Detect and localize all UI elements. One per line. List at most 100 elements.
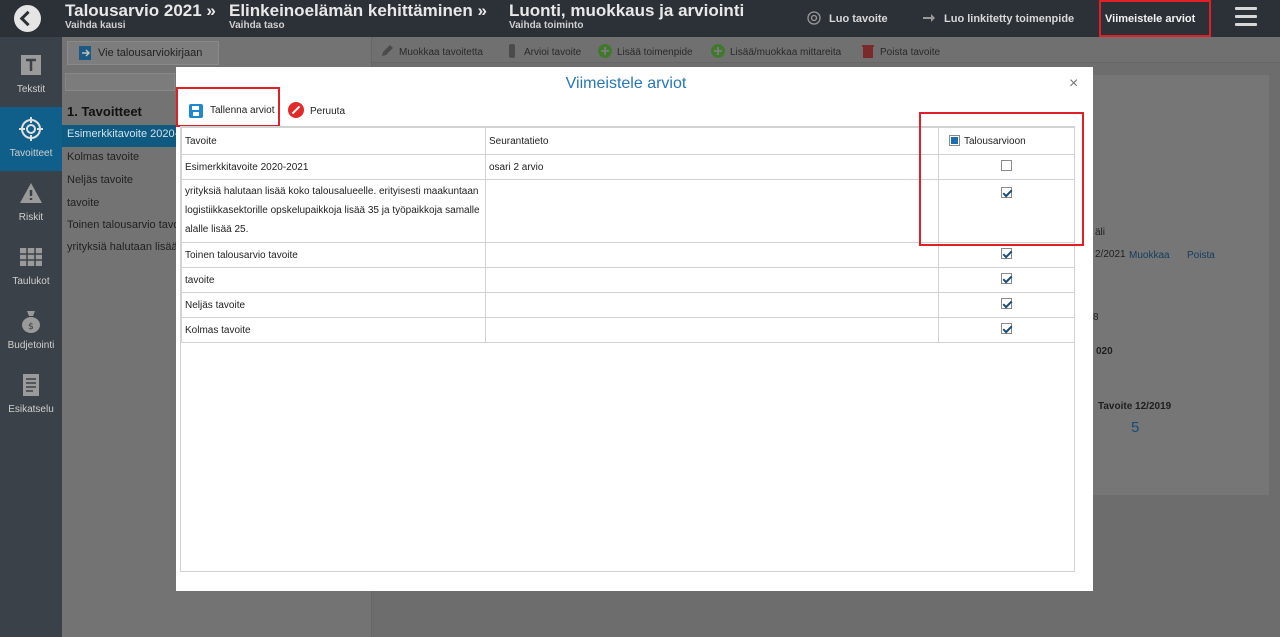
target-label: Tavoite 12/2019 bbox=[1098, 401, 1172, 412]
create-goal-label: Luo tavoite bbox=[829, 13, 888, 25]
detail-digit-fragment: 8 bbox=[1093, 312, 1099, 323]
breadcrumb-level[interactable]: Elinkeinoelämän kehittäminen » Vaihda ta… bbox=[229, 1, 487, 32]
budget-cell bbox=[938, 292, 1075, 318]
breadcrumb-period-sub: Vaihda kausi bbox=[65, 20, 126, 31]
goal-list-item[interactable]: Neljäs tavoite bbox=[62, 171, 176, 193]
sidebar-item-tables[interactable]: Taulukot bbox=[0, 235, 62, 299]
breadcrumb-period-title: Talousarvio 2021 » bbox=[65, 1, 216, 20]
money-bag-icon: $ bbox=[22, 311, 40, 333]
tracking-cell[interactable] bbox=[485, 317, 939, 343]
goal-list-item[interactable]: Toinen talousarvio tavoite bbox=[62, 216, 176, 238]
sidebar-item-label: Tavoitteet bbox=[9, 148, 53, 159]
include-in-budget-checkbox[interactable] bbox=[1001, 298, 1012, 309]
edit-goal-label: Muokkaa tavoitetta bbox=[399, 47, 483, 58]
add-metrics-button[interactable]: Lisää/muokkaa mittareita bbox=[711, 44, 841, 58]
save-evaluations-button[interactable]: Tallenna arviot bbox=[176, 87, 280, 127]
goal-list-item[interactable]: tavoite bbox=[62, 194, 176, 216]
table-row: Kolmas tavoite bbox=[181, 317, 1075, 343]
floppy-disk-icon bbox=[189, 104, 203, 118]
budget-cell bbox=[938, 267, 1075, 293]
breadcrumb-function-title: Luonti, muokkaus ja arviointi bbox=[509, 1, 745, 20]
detail-date-fragment: 2/2021 bbox=[1095, 249, 1126, 260]
evaluate-goal-button[interactable]: Arvioi tavoite bbox=[505, 44, 581, 58]
breadcrumb-level-sub: Vaihda taso bbox=[229, 20, 285, 31]
budget-cell bbox=[938, 317, 1075, 343]
sidebar-item-goals[interactable]: Tavoitteet bbox=[0, 107, 62, 171]
include-in-budget-checkbox[interactable] bbox=[1001, 273, 1012, 284]
target-icon bbox=[19, 117, 43, 141]
create-linked-action-button[interactable]: Luo linkitetty toimenpide bbox=[922, 11, 1074, 25]
goal-cell: Neljäs tavoite bbox=[181, 292, 486, 318]
export-icon bbox=[79, 46, 91, 60]
cancel-label: Peruuta bbox=[310, 106, 346, 117]
goal-cell: yrityksiä halutaan lisää koko talousalue… bbox=[181, 179, 486, 243]
pencil-icon bbox=[382, 45, 393, 56]
target-icon bbox=[807, 11, 821, 25]
sidebar-item-texts[interactable]: Tekstit bbox=[0, 43, 62, 107]
tracking-cell[interactable] bbox=[485, 179, 939, 243]
export-to-budget-book-label: Vie talousarviokirjaan bbox=[98, 47, 203, 59]
sidebar-item-label: Taulukot bbox=[12, 276, 50, 287]
tracking-cell[interactable] bbox=[485, 267, 939, 293]
add-action-label: Lisää toimenpide bbox=[617, 47, 693, 58]
evaluate-goal-label: Arvioi tavoite bbox=[524, 47, 582, 58]
tracking-cell[interactable]: osari 2 arvio bbox=[485, 154, 939, 180]
dialog-title: Viimeistele arviot bbox=[565, 75, 687, 92]
left-sidebar: Tekstit Tavoitteet Riskit Taulukot $ Bud… bbox=[0, 37, 62, 637]
breadcrumb-level-title: Elinkeinoelämän kehittäminen » bbox=[229, 1, 487, 20]
goal-detail-card: äli 2/2021 Muokkaa Poista 8 020 Tavoite … bbox=[1093, 75, 1269, 495]
goal-list-item[interactable]: Esimerkkitavoite 2020-2021 bbox=[62, 125, 176, 147]
svg-text:$: $ bbox=[28, 322, 34, 332]
delete-link[interactable]: Poista bbox=[1187, 250, 1215, 261]
sidebar-item-label: Esikatselu bbox=[8, 404, 54, 415]
goal-filter-input[interactable] bbox=[65, 73, 175, 91]
goal-cell: tavoite bbox=[181, 267, 486, 293]
create-goal-button[interactable]: Luo tavoite bbox=[807, 11, 888, 25]
table-icon bbox=[20, 248, 42, 266]
document-icon bbox=[23, 374, 39, 396]
budget-cell bbox=[938, 242, 1075, 268]
delete-goal-label: Poista tavoite bbox=[880, 47, 941, 58]
add-metrics-label: Lisää/muokkaa mittareita bbox=[730, 47, 842, 58]
delete-goal-button[interactable]: Poista tavoite bbox=[861, 44, 940, 58]
breadcrumb-function[interactable]: Luonti, muokkaus ja arviointi Vaihda toi… bbox=[509, 1, 745, 32]
back-arrow-icon[interactable] bbox=[14, 5, 41, 32]
table-row: Toinen talousarvio tavoite bbox=[181, 242, 1075, 268]
goal-cell: Esimerkkitavoite 2020-2021 bbox=[181, 154, 486, 180]
cancel-icon bbox=[288, 102, 304, 118]
tracking-cell[interactable] bbox=[485, 242, 939, 268]
plus-icon bbox=[598, 44, 612, 58]
sidebar-item-risks[interactable]: Riskit bbox=[0, 171, 62, 235]
warning-icon bbox=[20, 183, 42, 203]
tracking-cell[interactable] bbox=[485, 292, 939, 318]
hamburger-menu-icon[interactable] bbox=[1235, 7, 1257, 27]
include-in-budget-checkbox[interactable] bbox=[1001, 323, 1012, 334]
close-icon[interactable]: × bbox=[1069, 75, 1078, 93]
sidebar-item-preview[interactable]: Esikatselu bbox=[0, 363, 62, 427]
sidebar-item-label: Tekstit bbox=[16, 84, 46, 95]
include-in-budget-checkbox[interactable] bbox=[1001, 248, 1012, 259]
sidebar-item-budgeting[interactable]: $ Budjetointi bbox=[0, 299, 62, 363]
detail-tab-fragment[interactable]: äli bbox=[1095, 227, 1105, 238]
cancel-button[interactable]: Peruuta bbox=[288, 102, 345, 118]
arrow-right-icon bbox=[923, 14, 935, 22]
sidebar-item-label: Riskit bbox=[18, 212, 44, 223]
goals-heading: 1. Tavoitteet bbox=[67, 104, 142, 119]
breadcrumb-period[interactable]: Talousarvio 2021 » Vaihda kausi bbox=[65, 1, 216, 32]
column-header-tracking: Seurantatieto bbox=[485, 127, 939, 155]
sidebar-item-label: Budjetointi bbox=[7, 340, 55, 351]
edit-link[interactable]: Muokkaa bbox=[1129, 250, 1170, 261]
edit-goal-button[interactable]: Muokkaa tavoitetta bbox=[380, 44, 483, 58]
finalize-evaluations-button[interactable]: Viimeistele arviot bbox=[1099, 0, 1211, 37]
create-linked-action-label: Luo linkitetty toimenpide bbox=[944, 13, 1075, 25]
goal-list-item[interactable]: Kolmas tavoite bbox=[62, 148, 176, 170]
table-row: Neljäs tavoite bbox=[181, 292, 1075, 318]
goal-list-item[interactable]: yrityksiä halutaan lisää koko talousalue… bbox=[62, 238, 176, 260]
column-header-goal: Tavoite bbox=[181, 127, 486, 155]
detail-year-fragment: 020 bbox=[1096, 346, 1113, 357]
add-action-button[interactable]: Lisää toimenpide bbox=[598, 44, 693, 58]
trash-icon bbox=[862, 45, 874, 58]
target-value: 5 bbox=[1131, 419, 1140, 436]
highlight-box bbox=[919, 112, 1084, 246]
export-to-budget-book-button[interactable]: Vie talousarviokirjaan bbox=[67, 41, 219, 65]
